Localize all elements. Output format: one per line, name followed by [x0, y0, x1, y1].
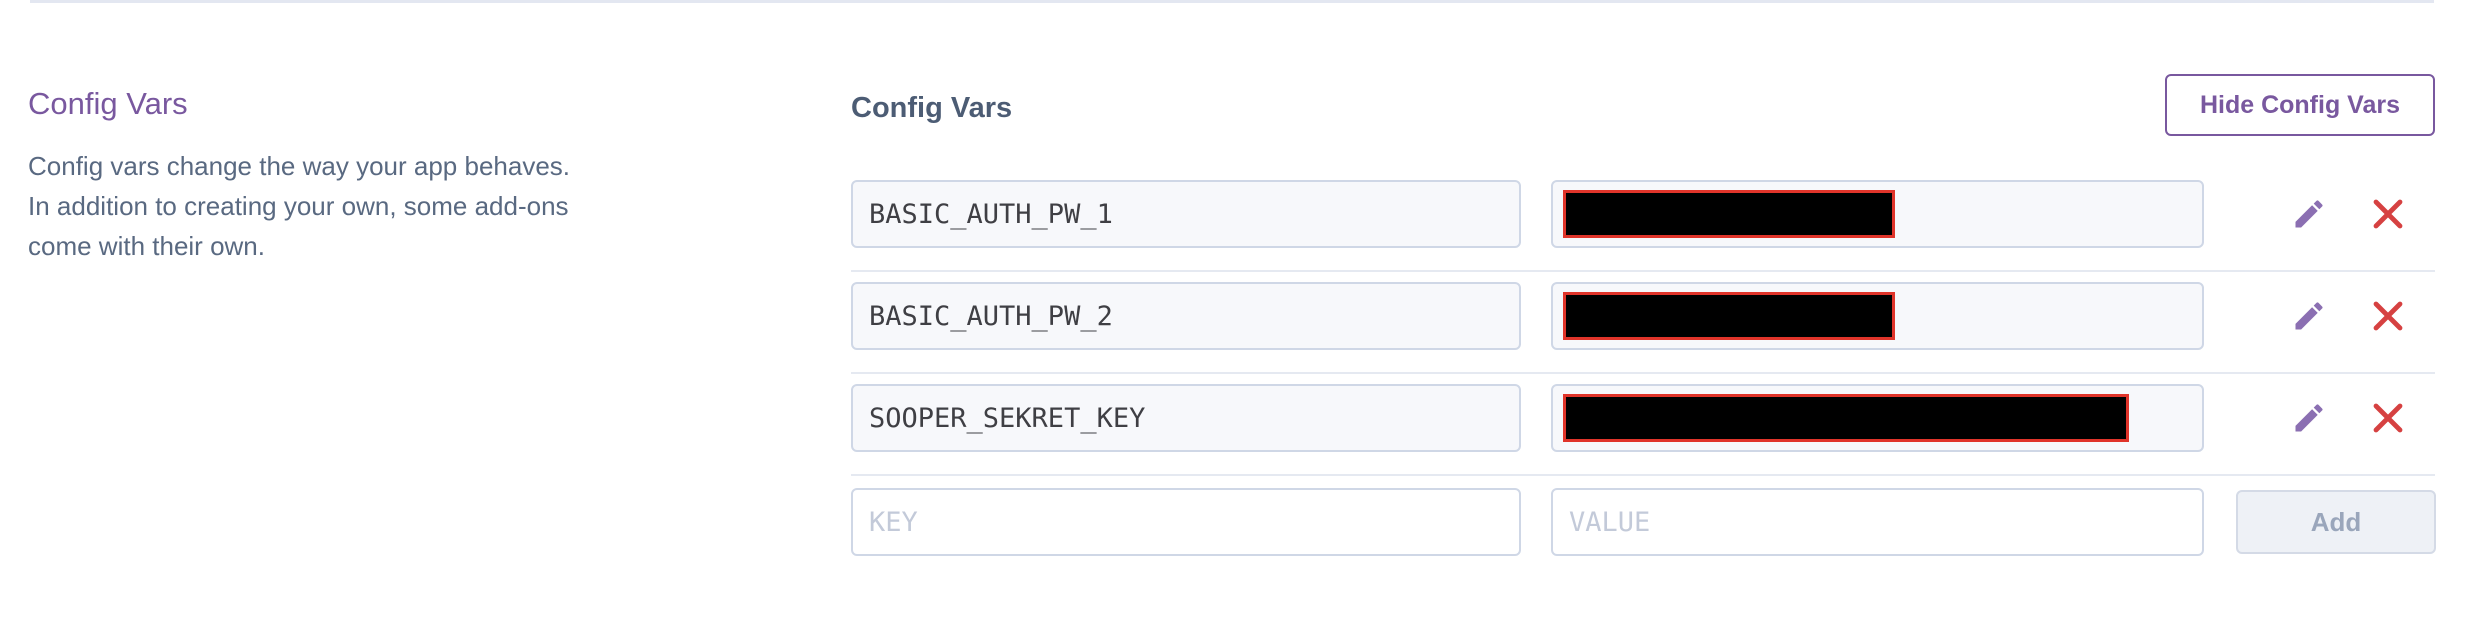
pencil-icon[interactable]: [2291, 400, 2327, 436]
redacted-value: [1563, 190, 1895, 238]
pencil-icon[interactable]: [2291, 196, 2327, 232]
section-description: Config vars change the way your app beha…: [28, 151, 571, 261]
config-var-value-field[interactable]: [1551, 282, 2204, 350]
pencil-icon[interactable]: [2291, 298, 2327, 334]
redacted-value: [1563, 292, 1895, 340]
config-var-value-field[interactable]: [1551, 180, 2204, 248]
config-var-key: SOOPER_SEKRET_KEY: [869, 402, 1146, 434]
close-icon[interactable]: [2372, 198, 2404, 230]
redacted-value: [1563, 394, 2129, 442]
new-config-var-row: Add: [851, 488, 2436, 558]
config-var-value-field[interactable]: [1551, 384, 2204, 452]
hide-config-vars-button[interactable]: Hide Config Vars: [2165, 74, 2435, 136]
panel-title: Config Vars: [851, 92, 1013, 124]
close-icon[interactable]: [2372, 300, 2404, 332]
config-var-row: BASIC_AUTH_PW_1: [851, 170, 2435, 272]
config-var-row: SOOPER_SEKRET_KEY: [851, 374, 2435, 476]
close-icon[interactable]: [2372, 402, 2404, 434]
config-var-key-field[interactable]: BASIC_AUTH_PW_2: [851, 282, 1521, 350]
new-value-input[interactable]: [1551, 488, 2204, 556]
config-var-row: BASIC_AUTH_PW_2: [851, 272, 2435, 374]
new-key-input[interactable]: [851, 488, 1521, 556]
config-var-key: BASIC_AUTH_PW_1: [869, 198, 1113, 230]
config-var-key: BASIC_AUTH_PW_2: [869, 300, 1113, 332]
config-var-key-field[interactable]: BASIC_AUTH_PW_1: [851, 180, 1521, 248]
section-title: Config Vars: [28, 86, 188, 121]
add-button[interactable]: Add: [2236, 490, 2436, 554]
top-divider: [30, 0, 2434, 3]
config-var-key-field[interactable]: SOOPER_SEKRET_KEY: [851, 384, 1521, 452]
